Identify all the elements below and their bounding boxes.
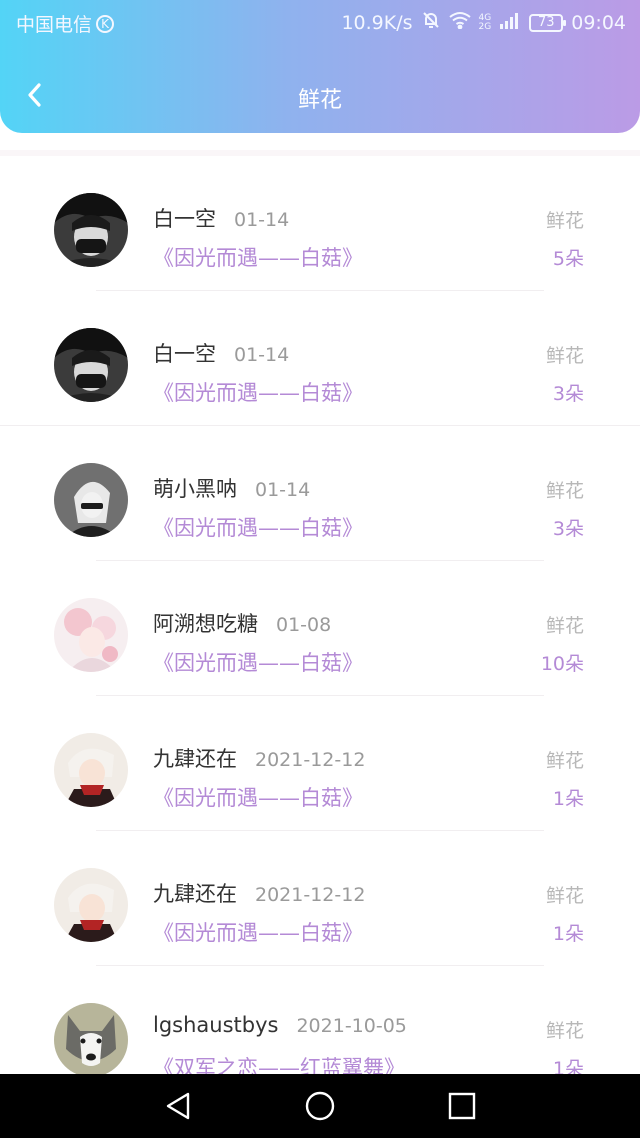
- user-name[interactable]: 阿溯想吃糖: [153, 608, 258, 638]
- carrier-badge-icon: K: [96, 14, 115, 33]
- gift-date: 2021-10-05: [296, 1015, 407, 1037]
- user-name[interactable]: 萌小黑呐: [153, 473, 237, 503]
- book-title[interactable]: 《因光而遇——白菇》: [153, 782, 363, 812]
- user-name[interactable]: 九肆还在: [153, 878, 237, 908]
- name-line: 九肆还在 2021-12-12: [153, 878, 365, 908]
- battery-icon: 73: [529, 13, 567, 32]
- name-line: 白一空 01-14: [153, 203, 289, 233]
- avatar[interactable]: [54, 1003, 128, 1074]
- list-item[interactable]: 白一空 01-14 《因光而遇——白菇》 鲜花 3朵: [0, 291, 640, 426]
- list-item[interactable]: 九肆还在 2021-12-12 《因光而遇——白菇》 鲜花 1朵: [0, 831, 640, 966]
- triangle-back-icon: [166, 1092, 190, 1120]
- gift-type-label: 鲜花: [545, 615, 584, 637]
- user-name[interactable]: lgshaustbys: [153, 1013, 278, 1037]
- gift-count: 1朵: [552, 1058, 584, 1074]
- bell-off-icon: [421, 10, 441, 35]
- gift-date: 2021-12-12: [255, 749, 366, 771]
- flower-gift-list[interactable]: 白一空 01-14 《因光而遇——白菇》 鲜花 5朵 白一空 01-14 《因光…: [0, 150, 640, 1074]
- list-item[interactable]: 九肆还在 2021-12-12 《因光而遇——白菇》 鲜花 1朵: [0, 696, 640, 831]
- name-line: 白一空 01-14: [153, 338, 289, 368]
- network-type: 4G 2G: [478, 12, 492, 32]
- avatar[interactable]: [54, 598, 128, 672]
- gift-count: 3朵: [552, 383, 584, 405]
- list-item[interactable]: 萌小黑呐 01-14 《因光而遇——白菇》 鲜花 3朵: [0, 426, 640, 561]
- gift-type-label: 鲜花: [545, 750, 584, 772]
- carrier-info: 中国电信 K: [16, 10, 115, 37]
- gift-type-label: 鲜花: [545, 885, 584, 907]
- book-title[interactable]: 《因光而遇——白菇》: [153, 512, 363, 542]
- avatar[interactable]: [54, 193, 128, 267]
- list-item[interactable]: 阿溯想吃糖 01-08 《因光而遇——白菇》 鲜花 10朵: [0, 561, 640, 696]
- network-speed: 10.9K/s: [341, 11, 413, 34]
- nav-back-button[interactable]: [162, 1090, 194, 1122]
- gift-date: 01-14: [234, 209, 290, 231]
- gift-type-label: 鲜花: [545, 210, 584, 232]
- status-bar: 中国电信 K 10.9K/s 4G 2G 73 09:04: [0, 0, 640, 44]
- gift-count: 5朵: [552, 248, 584, 270]
- gift-date: 01-14: [234, 344, 290, 366]
- avatar[interactable]: [54, 463, 128, 537]
- book-title[interactable]: 《双军之恋——红蓝翼舞》: [153, 1052, 405, 1074]
- wifi-icon: [448, 11, 471, 34]
- gift-count: 10朵: [540, 653, 584, 675]
- avatar[interactable]: [54, 328, 128, 402]
- system-navigation-bar: [0, 1074, 640, 1138]
- carrier-name: 中国电信: [16, 14, 93, 36]
- list-item[interactable]: 白一空 01-14 《因光而遇——白菇》 鲜花 5朵: [0, 156, 640, 291]
- gift-count: 1朵: [552, 788, 584, 810]
- gift-date: 2021-12-12: [255, 884, 366, 906]
- user-name[interactable]: 九肆还在: [153, 743, 237, 773]
- square-recent-icon: [448, 1092, 476, 1120]
- gift-type-label: 鲜花: [545, 345, 584, 367]
- book-title[interactable]: 《因光而遇——白菇》: [153, 377, 363, 407]
- name-line: 萌小黑呐 01-14: [153, 473, 310, 503]
- gift-type-label: 鲜花: [545, 1020, 584, 1042]
- user-name[interactable]: 白一空: [153, 338, 216, 368]
- book-title[interactable]: 《因光而遇——白菇》: [153, 647, 363, 677]
- nav-home-button[interactable]: [304, 1090, 336, 1122]
- name-line: lgshaustbys 2021-10-05: [153, 1013, 407, 1037]
- book-title[interactable]: 《因光而遇——白菇》: [153, 242, 363, 272]
- name-line: 阿溯想吃糖 01-08: [153, 608, 331, 638]
- circle-home-icon: [305, 1091, 335, 1121]
- avatar[interactable]: [54, 868, 128, 942]
- nav-recent-button[interactable]: [446, 1090, 478, 1122]
- battery-level: 73: [537, 15, 555, 30]
- list-item[interactable]: lgshaustbys 2021-10-05 《双军之恋——红蓝翼舞》 鲜花 1…: [0, 966, 640, 1074]
- gift-date: 01-08: [276, 614, 332, 636]
- gift-date: 01-14: [255, 479, 311, 501]
- book-title[interactable]: 《因光而遇——白菇》: [153, 917, 363, 947]
- signal-icon: [499, 11, 521, 34]
- name-line: 九肆还在 2021-12-12: [153, 743, 365, 773]
- gift-count: 1朵: [552, 923, 584, 945]
- app-header: 中国电信 K 10.9K/s 4G 2G 73 09:04 鲜花: [0, 0, 640, 133]
- clock: 09:04: [571, 11, 626, 34]
- user-name[interactable]: 白一空: [153, 203, 216, 233]
- status-indicators: 10.9K/s 4G 2G 73 09:04: [341, 10, 626, 35]
- avatar[interactable]: [54, 733, 128, 807]
- gift-count: 3朵: [552, 518, 584, 540]
- gift-type-label: 鲜花: [545, 480, 584, 502]
- page-title: 鲜花: [297, 88, 342, 113]
